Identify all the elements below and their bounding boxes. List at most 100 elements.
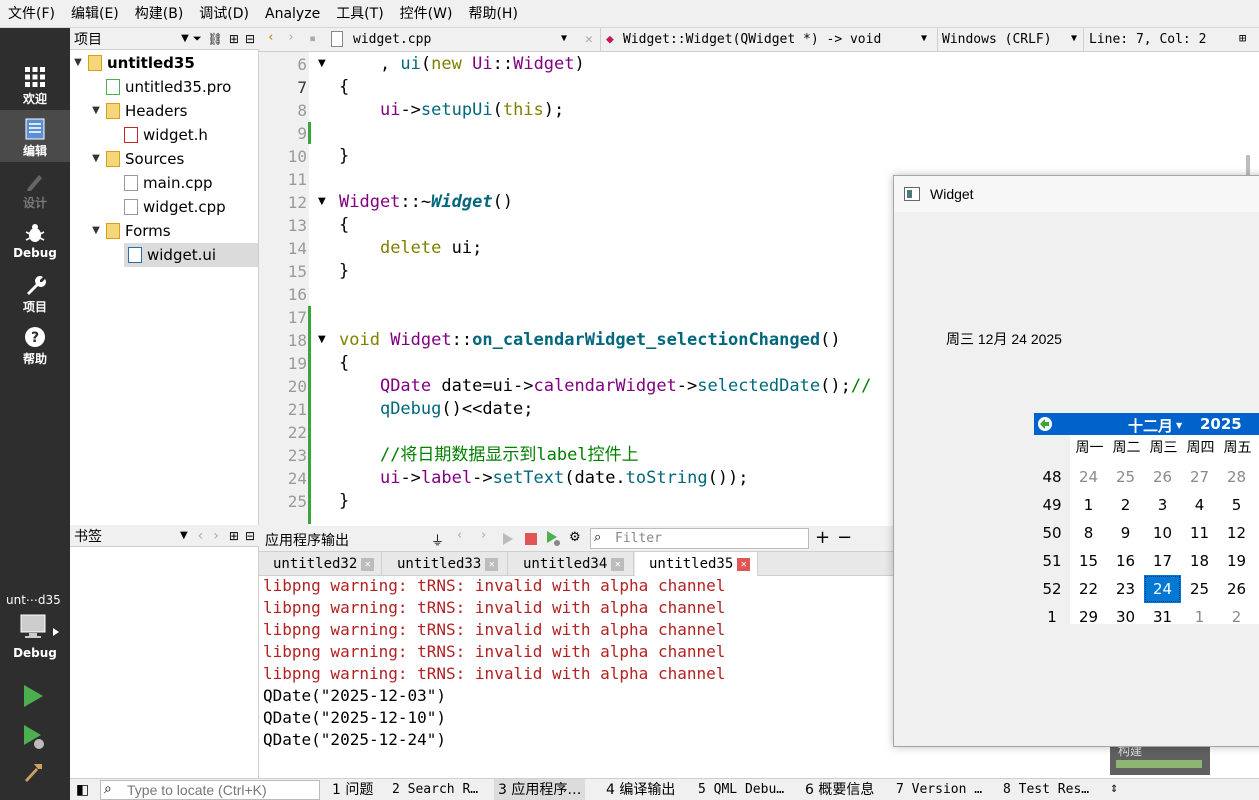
menu-tools[interactable]: 工具(T) xyxy=(328,0,391,28)
forward-arrow-icon[interactable]: › xyxy=(213,528,219,544)
menu-widgets[interactable]: 控件(W) xyxy=(392,0,461,28)
calendar-day[interactable]: 23 xyxy=(1107,575,1144,603)
calendar-day[interactable]: 19 xyxy=(1218,547,1255,575)
calendar-day[interactable]: 25 xyxy=(1107,463,1144,491)
calendar-month-selector[interactable]: 十二月 xyxy=(1128,415,1173,436)
chevron-down-icon[interactable]: ▼ xyxy=(181,33,189,44)
calendar-day[interactable]: 29 xyxy=(1070,603,1107,631)
monitor-icon[interactable] xyxy=(20,614,48,640)
close-icon[interactable]: ✕ xyxy=(611,557,625,571)
menu-analyze[interactable]: Analyze xyxy=(257,0,328,28)
menu-build[interactable]: 构建(B) xyxy=(127,0,192,28)
status-tab-issues[interactable]: 1 问题 xyxy=(332,779,373,800)
calendar-day[interactable]: 1 xyxy=(1181,603,1218,631)
locator-input[interactable]: ⌕ Type to locate (Ctrl+K) xyxy=(100,780,320,800)
status-tab-search[interactable]: 2 Search R… xyxy=(392,779,478,800)
close-icon[interactable]: ✕ xyxy=(485,557,499,571)
calendar-day[interactable]: 31 xyxy=(1144,603,1181,631)
chevron-updown-icon[interactable]: ⇕ xyxy=(1110,779,1118,800)
fold-marker-icon[interactable]: ▼ xyxy=(318,334,326,345)
close-icon[interactable]: ✕ xyxy=(361,557,375,571)
calendar-day[interactable]: 10 xyxy=(1144,519,1181,547)
gear-icon[interactable]: ⚙ xyxy=(569,530,581,545)
calendar-year[interactable]: 2025 xyxy=(1200,415,1242,433)
tab-untitled33[interactable]: untitled33 ✕ xyxy=(383,552,508,576)
tree-item-sources[interactable]: ▼ Sources xyxy=(90,147,184,171)
calendar-day[interactable]: 17 xyxy=(1144,547,1181,575)
calendar-day[interactable]: 25 xyxy=(1181,575,1218,603)
close-icon[interactable]: ✕ xyxy=(585,32,593,47)
menu-edit[interactable]: 编辑(E) xyxy=(63,0,127,28)
calendar-day[interactable]: 26 xyxy=(1218,575,1255,603)
filter-icon[interactable]: ⏷ xyxy=(193,32,202,46)
calendar-day[interactable]: 5 xyxy=(1218,491,1255,519)
link-icon[interactable]: ⛓ xyxy=(208,32,223,46)
cursor-position[interactable]: Line: 7, Col: 2 xyxy=(1089,32,1206,47)
calendar-day[interactable]: 18 xyxy=(1181,547,1218,575)
status-tab-version-control[interactable]: 7 Version … xyxy=(896,779,982,800)
chevron-down-icon[interactable]: ▼ xyxy=(1176,421,1182,430)
mode-debug[interactable]: Debug xyxy=(0,214,70,266)
tab-untitled32[interactable]: untitled32 ✕ xyxy=(259,552,382,576)
fold-marker-icon[interactable]: ▼ xyxy=(318,196,326,207)
forward-arrow-icon[interactable]: › xyxy=(481,528,486,543)
calendar-day[interactable]: 2 xyxy=(1107,491,1144,519)
calendar-day[interactable]: 2 xyxy=(1218,603,1255,631)
mode-welcome[interactable]: 欢迎 xyxy=(0,58,70,110)
calendar-day[interactable]: 30 xyxy=(1107,603,1144,631)
back-arrow-icon[interactable]: ‹ xyxy=(267,30,275,45)
tree-item-widget-h[interactable]: widget.h xyxy=(120,123,208,147)
tree-item-pro-file[interactable]: untitled35.pro xyxy=(102,75,231,99)
current-symbol[interactable]: Widget::Widget(QWidget *) -> void xyxy=(623,32,881,47)
calendar-day[interactable]: 27 xyxy=(1181,463,1218,491)
chevron-down-icon[interactable]: ▼ xyxy=(1071,33,1077,44)
tree-item-widget-cpp[interactable]: widget.cpp xyxy=(120,195,226,219)
fold-marker-icon[interactable]: ▼ xyxy=(318,58,326,69)
split-icon[interactable]: ⊞ xyxy=(229,32,239,46)
calendar-day[interactable]: 26 xyxy=(1144,463,1181,491)
calendar-day[interactable]: 3 xyxy=(1144,491,1181,519)
split-icon[interactable]: ⊞ xyxy=(1239,31,1246,45)
line-ending-selector[interactable]: Windows (CRLF) xyxy=(942,32,1052,47)
current-file-name[interactable]: widget.cpp xyxy=(353,32,431,47)
mode-projects[interactable]: 项目 xyxy=(0,266,70,318)
split-icon[interactable]: ⊞ xyxy=(229,529,239,543)
calendar-day[interactable]: 4 xyxy=(1181,491,1218,519)
forward-arrow-icon[interactable]: › xyxy=(287,30,295,45)
calendar-day[interactable]: 11 xyxy=(1181,519,1218,547)
menu-file[interactable]: 文件(F) xyxy=(0,0,63,28)
menu-help[interactable]: 帮助(H) xyxy=(460,0,525,28)
kit-selector-arrow-icon[interactable] xyxy=(53,628,59,636)
build-hammer-icon[interactable] xyxy=(22,760,46,784)
tree-item-project[interactable]: ▼ untitled35 xyxy=(72,51,195,75)
calendar-day[interactable]: 15 xyxy=(1070,547,1107,575)
calendar-day[interactable]: 24 xyxy=(1070,463,1107,491)
debug-run-icon[interactable] xyxy=(547,531,561,547)
tree-item-forms[interactable]: ▼ Forms xyxy=(90,219,170,243)
chevron-down-icon[interactable]: ▼ xyxy=(561,33,567,44)
tree-item-headers[interactable]: ▼ Headers xyxy=(90,99,187,123)
status-tab-compile-output[interactable]: 4 编译输出 xyxy=(606,779,675,800)
close-panel-icon[interactable]: ⊟ xyxy=(245,32,255,46)
minus-icon[interactable]: − xyxy=(837,527,852,548)
mode-edit[interactable]: 编辑 xyxy=(0,110,70,162)
calendar-day[interactable]: 22 xyxy=(1070,575,1107,603)
calendar-day[interactable]: 1 xyxy=(1070,491,1107,519)
close-icon[interactable]: ✕ xyxy=(737,557,751,571)
calendar-day[interactable]: 12 xyxy=(1218,519,1255,547)
status-tab-qml-debugger[interactable]: 5 QML Debu… xyxy=(698,779,784,800)
chevron-down-icon[interactable]: ▼ xyxy=(72,51,84,75)
chevron-down-icon[interactable]: ▼ xyxy=(90,147,102,171)
chevron-down-icon[interactable]: ▼ xyxy=(921,33,927,44)
calendar-day[interactable]: 8 xyxy=(1070,519,1107,547)
attach-icon[interactable]: ⏚ xyxy=(431,530,444,549)
status-tab-test-results[interactable]: 8 Test Res… xyxy=(1003,779,1089,800)
stop-icon[interactable] xyxy=(525,533,537,545)
close-panel-icon[interactable]: ⊟ xyxy=(245,529,255,543)
chevron-down-icon[interactable]: ▼ xyxy=(180,530,188,541)
chevron-down-icon[interactable]: ▼ xyxy=(90,99,102,123)
calendar-day[interactable]: 24 xyxy=(1144,575,1181,603)
debug-run-icon[interactable] xyxy=(22,724,46,750)
calendar-day[interactable]: 28 xyxy=(1218,463,1255,491)
calendar-widget[interactable]: 十二月 ▼ 2025 周一 周二 周三 周四 周五 48 49 50 51 52 1 24 25 26 27… xyxy=(1034,413,1259,626)
